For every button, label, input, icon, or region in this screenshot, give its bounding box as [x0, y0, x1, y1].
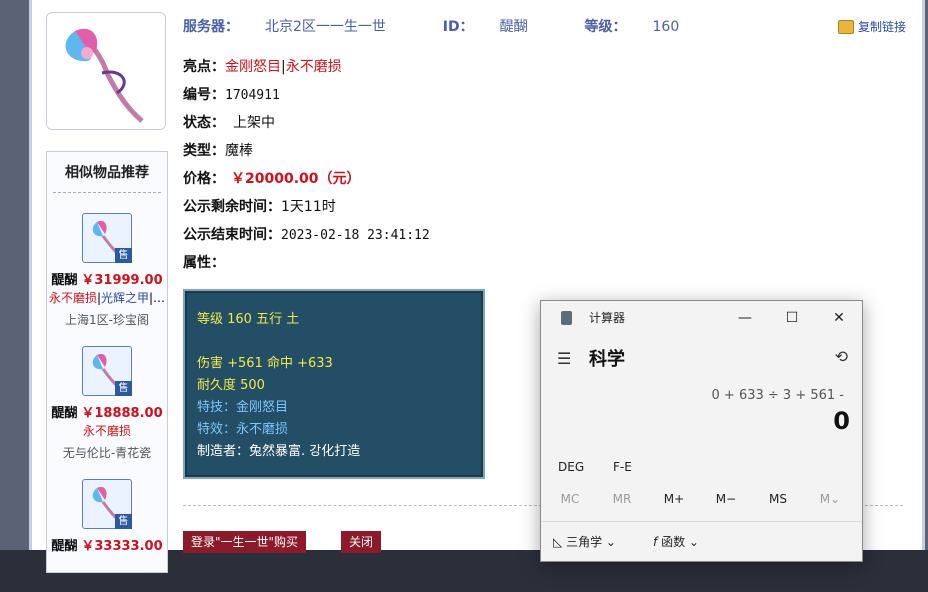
- sold-badge: 售: [115, 514, 132, 529]
- server-value: 北京2区一一生一世: [265, 19, 386, 35]
- minimize-button[interactable]: —: [722, 305, 768, 331]
- similar-item-name: 醍醐: [51, 406, 78, 421]
- trigonometry-dropdown[interactable]: ◺ 三角学 ⌄: [553, 533, 616, 550]
- similar-item-price: ￥33333.00: [81, 539, 163, 554]
- item-image: [46, 12, 166, 130]
- close-window-button[interactable]: ✕: [816, 305, 862, 331]
- memory-add-button[interactable]: M+: [654, 492, 694, 506]
- chevron-down-icon: ⌄: [688, 535, 699, 549]
- wand-icon[interactable]: 售: [82, 346, 132, 396]
- sold-badge: 售: [115, 381, 132, 396]
- memory-subtract-button[interactable]: M−: [706, 492, 746, 506]
- wand-icon: [65, 28, 144, 123]
- id-value: 醍醐: [499, 19, 528, 35]
- calculator-app-icon: [561, 311, 572, 325]
- similar-items-title: 相似物品推荐: [53, 152, 161, 193]
- similar-item-price: ￥31999.00: [81, 273, 163, 288]
- watermark-text: CC直播: [830, 38, 900, 62]
- triangle-icon: ◺: [553, 535, 563, 549]
- calculator-mode-title: 科学: [589, 349, 625, 370]
- similar-items-box: 相似物品推荐 售 醍醐 ￥31999.00 永不磨损|光辉之甲|… 上海1区-珍宝…: [46, 151, 168, 573]
- copy-link-button[interactable]: 复制链接: [837, 18, 906, 35]
- hamburger-menu-icon[interactable]: ☰: [557, 349, 571, 368]
- server-label: 服务器：: [183, 19, 239, 35]
- memory-list-button[interactable]: M⌄: [810, 492, 850, 506]
- calculator-window[interactable]: 计算器 — ☐ ✕ ☰ 科学 ⟲ 0 + 633 ÷ 3 + 561 - 0 D…: [540, 300, 863, 562]
- item-details: 亮点：金刚怒目|永不磨损 编号：1704911 状态： 上架中 类型：魔棒 价格：…: [183, 56, 430, 280]
- watermark-logo-icon: [796, 34, 825, 63]
- copy-link-label: 复制链接: [857, 20, 906, 34]
- level-value: 160: [652, 19, 680, 35]
- detail-attributes: 属性：: [183, 255, 225, 271]
- detail-highlight: 亮点：金刚怒目|永不磨损: [183, 59, 342, 75]
- function-dropdown[interactable]: f 函数 ⌄: [653, 533, 699, 550]
- similar-item-tag: 永不磨损: [48, 291, 97, 305]
- detail-number: 编号：1704911: [183, 87, 280, 103]
- similar-item-tag: 光辉之甲: [101, 291, 150, 305]
- calculator-expression: 0 + 633 ÷ 3 + 561 -: [711, 388, 844, 403]
- similar-item-name: 醍醐: [51, 539, 78, 554]
- page-background: 相似物品推荐 售 醍醐 ￥31999.00 永不磨损|光辉之甲|… 上海1区-珍宝…: [0, 0, 928, 573]
- item-header: 服务器： 北京2区一一生一世 ID： 醍醐 等级： 160: [183, 16, 731, 36]
- history-icon[interactable]: ⟲: [835, 347, 848, 366]
- detail-status: 状态： 上架中: [183, 115, 275, 131]
- fe-toggle-button[interactable]: F-E: [613, 460, 632, 474]
- calculator-titlebar[interactable]: 计算器 — ☐ ✕: [541, 301, 862, 335]
- stats-damage: 伤害 +561 命中 +633: [197, 356, 333, 371]
- deg-toggle-button[interactable]: DEG: [558, 460, 584, 474]
- memory-store-button[interactable]: MS: [758, 492, 798, 506]
- similar-item[interactable]: 售 醍醐 ￥33333.00: [47, 459, 167, 592]
- detail-end-time: 公示结束时间：2023-02-18 23:41:12: [183, 227, 430, 243]
- calculator-display: 0: [833, 407, 850, 435]
- tag-more: |…: [149, 291, 166, 305]
- chevron-down-icon: ⌄: [605, 535, 616, 549]
- stats-durability: 耐久度 500: [197, 378, 265, 393]
- detail-remaining-time: 公示剩余时间：1天11时: [183, 199, 336, 215]
- stats-level: 等级 160 五行 土: [197, 312, 300, 327]
- memory-recall-button[interactable]: MR: [602, 492, 642, 506]
- wand-icon[interactable]: 售: [82, 479, 132, 529]
- stats-skill: 特技：金刚怒目: [197, 400, 289, 415]
- item-stats-box: 等级 160 五行 土 伤害 +561 命中 +633 耐久度 500 特技：金…: [183, 289, 485, 479]
- similar-item[interactable]: 售 醍醐 ￥31999.00 永不磨损|光辉之甲|… 上海1区-珍宝阁: [47, 193, 167, 327]
- similar-item-name: 醍醐: [51, 273, 78, 288]
- detail-price: 价格： ￥20000.00（元）: [183, 171, 361, 187]
- stats-maker: 制造者：兔然暴富. 강化打造: [197, 444, 361, 459]
- similar-item[interactable]: 售 醍醐 ￥18888.00 永不磨损 无与伦比-青花瓷: [47, 326, 167, 460]
- level-label: 等级：: [584, 19, 627, 35]
- similar-item-tag: 永不磨损: [82, 424, 131, 438]
- wand-icon[interactable]: 售: [82, 213, 132, 263]
- calculator-app-name: 计算器: [589, 311, 626, 325]
- maximize-button[interactable]: ☐: [769, 305, 815, 331]
- calculator-separator: [541, 521, 862, 522]
- memory-clear-button[interactable]: MC: [550, 492, 590, 506]
- function-icon: f: [653, 535, 658, 549]
- sold-badge: 售: [115, 248, 132, 263]
- stream-watermark: CC直播: [796, 34, 900, 63]
- similar-item-price: ￥18888.00: [81, 406, 163, 421]
- copy-link-icon: [837, 19, 854, 34]
- detail-type: 类型：魔棒: [183, 143, 253, 159]
- stats-effect: 特效：永不磨损: [197, 422, 289, 437]
- id-label: ID：: [442, 19, 474, 35]
